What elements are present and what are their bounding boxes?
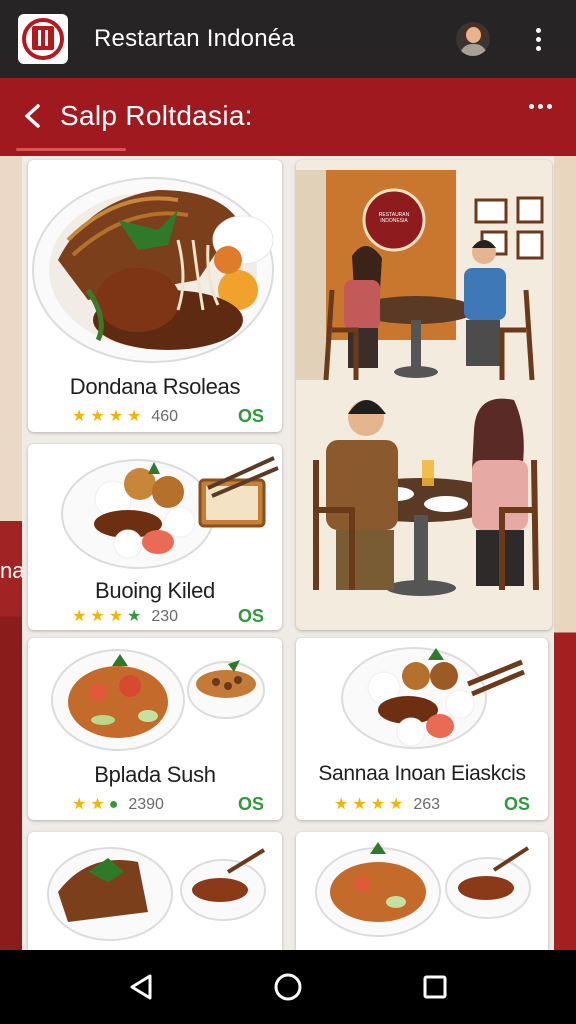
section-title: Salp Roltdasia: [60, 100, 253, 131]
star-icon: ★ [352, 796, 367, 813]
dish-card[interactable]: Bplada Sush ★ ★ ● 2390 OS [28, 638, 282, 820]
dish-price: OS [237, 406, 264, 426]
rating-count: 460 [151, 408, 179, 425]
rating-count: 2390 [128, 796, 164, 813]
star-icon: ★ [72, 796, 87, 813]
app-title: Restartan Indonéa [94, 25, 295, 52]
star-icon: ● [108, 796, 119, 813]
right-edge-peek [552, 156, 576, 950]
dish-price: OS [503, 794, 530, 814]
dish-image [47, 847, 266, 941]
dish-name: Sannaa Inoan Eiaskcis [318, 762, 526, 785]
star-icon: ★ [389, 796, 404, 813]
dish-card[interactable]: Dondana Rsoleas ★ ★ ★ ★ 460 OS [28, 160, 282, 432]
more-vert-icon[interactable] [520, 21, 556, 57]
rating-count: 230 [151, 608, 179, 625]
dish-rating: ★ ★ ● 2390 [72, 796, 164, 814]
app-bar: Restartan Indonéa [0, 0, 576, 78]
dish-card[interactable]: Sannaa Inoan Eiaskcis ★ ★ ★ ★ 263 OS [296, 638, 548, 820]
star-icon: ★ [90, 796, 105, 813]
star-icon: ★ [108, 408, 124, 425]
restaurant-photo[interactable]: RESTAURAN INDONESIA [296, 160, 552, 630]
tab-indicator [16, 148, 126, 151]
dish-image [32, 177, 274, 363]
star-icon: ★ [108, 608, 124, 625]
section-header: Salp Roltdasia: [0, 78, 576, 156]
rating-count: 263 [413, 796, 441, 813]
dish-image [61, 456, 279, 569]
dish-image [341, 647, 525, 749]
dish-rating: ★ ★ ★ ★ 230 [72, 608, 178, 626]
dish-price: OS [237, 606, 264, 626]
star-icon: ★ [334, 796, 349, 813]
more-horiz-icon[interactable] [529, 104, 552, 109]
dish-name: Buoing Kiled [95, 578, 215, 603]
star-icon: ★ [72, 608, 87, 625]
arrow-back-icon[interactable] [18, 100, 48, 132]
content-area[interactable]: na Dondana Rsoleas ★ ★ ★ ★ 460 OS RESTAU… [0, 156, 576, 950]
dish-price: OS [237, 794, 264, 814]
dish-card[interactable] [296, 832, 548, 950]
star-icon: ★ [127, 608, 142, 625]
restaurant-sign-text: RESTAURAN INDONESIA [378, 212, 410, 224]
system-nav-bar [0, 950, 576, 1024]
star-icon: ★ [90, 408, 105, 425]
dish-name: Dondana Rsoleas [69, 374, 241, 399]
dish-card[interactable]: Buoing Kiled ★ ★ ★ ★ 230 OS [28, 444, 282, 630]
dish-card[interactable] [28, 832, 282, 950]
star-icon: ★ [127, 408, 142, 425]
user-avatar-icon[interactable] [456, 22, 490, 56]
star-icon: ★ [370, 796, 386, 813]
dish-image [51, 649, 265, 751]
nav-home-icon[interactable] [271, 970, 305, 1004]
left-edge-text: na [0, 558, 25, 583]
restaurant-logo-icon[interactable] [18, 14, 68, 64]
nav-back-icon[interactable] [124, 970, 158, 1004]
dish-image [315, 842, 531, 937]
dish-name: Bplada Sush [94, 762, 216, 787]
star-icon: ★ [72, 408, 87, 425]
dish-rating: ★ ★ ★ ★ 460 [72, 408, 178, 426]
star-icon: ★ [90, 608, 105, 625]
dish-rating: ★ ★ ★ ★ 263 [334, 796, 440, 814]
nav-recents-icon[interactable] [418, 970, 452, 1004]
